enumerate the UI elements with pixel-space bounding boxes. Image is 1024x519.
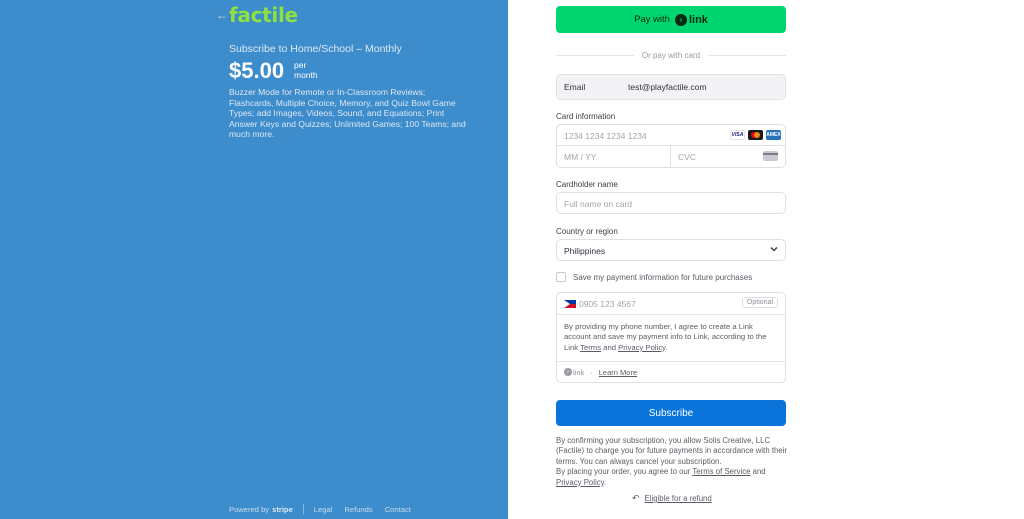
cardholder-name-input[interactable]: Full name on card [556, 192, 786, 214]
footer-divider [302, 504, 304, 514]
link-consent-text: By providing my phone number, I agree to… [564, 322, 767, 352]
price-period: per month [294, 60, 334, 80]
product-summary-panel: ← factile Subscribe to Home/School – Mon… [0, 0, 508, 519]
privacy-policy-link[interactable]: Privacy Policy [618, 343, 665, 352]
mastercard-icon [748, 130, 763, 140]
card-information-group: 1234 1234 1234 1234 VISA AMEX MM / YY CV… [556, 124, 786, 168]
link-footer-brand: link [573, 367, 585, 377]
cvc-card-icon [763, 151, 778, 161]
plan-name: Subscribe to Home/School – Monthly [229, 43, 402, 55]
visa-icon: VISA [730, 130, 745, 140]
card-information-label: Card information [556, 112, 616, 121]
cardholder-placeholder: Full name on card [564, 199, 633, 209]
legal-text-1: By confirming your subscription, you all… [556, 436, 787, 466]
factile-logo: factile [229, 3, 298, 27]
privacy-policy-link-2[interactable]: Privacy Policy [556, 478, 604, 487]
save-info-label: Save my payment information for future p… [573, 272, 753, 282]
cardholder-name-label: Cardholder name [556, 180, 618, 189]
terms-of-service-link[interactable]: Terms of Service [692, 467, 750, 476]
card-brands: VISA AMEX [730, 130, 781, 140]
price-amount: $5.00 [229, 58, 285, 83]
email-value: test@playfactile.com [628, 82, 707, 92]
save-info-row: Save my payment information for future p… [556, 272, 752, 282]
phone-placeholder: 0905 123 4567 [579, 298, 636, 309]
subscription-legal-text: By confirming your subscription, you all… [556, 436, 788, 488]
legal-text-2: By placing your order, you agree to our … [556, 467, 766, 487]
or-pay-with-card-divider: Or pay with card [556, 50, 786, 60]
refund-icon: ↶ [632, 493, 640, 503]
card-number-placeholder: 1234 1234 1234 1234 [564, 131, 647, 141]
email-label: Email [564, 82, 586, 92]
eligible-refund-link[interactable]: Eligible for a refund [645, 494, 712, 503]
amex-icon: AMEX [766, 130, 781, 140]
optional-badge: Optional [741, 297, 778, 308]
pay-with-link-button[interactable]: Pay with › link [556, 6, 786, 33]
link-phone-box: 0905 123 4567 Optional By providing my p… [556, 292, 786, 383]
cvc-placeholder: CVC [678, 152, 696, 162]
divider-text: Or pay with card [641, 50, 701, 60]
link-arrow-icon: › [674, 13, 687, 26]
back-arrow-icon[interactable]: ← [216, 9, 228, 21]
price-period-label: month [294, 70, 318, 80]
refunds-link[interactable]: Refunds [344, 505, 372, 514]
stripe-logo[interactable]: stripe [272, 505, 293, 514]
link-logo-icon: › [564, 368, 572, 376]
price-per-label: per [294, 60, 307, 70]
subscribe-button[interactable]: Subscribe [556, 400, 786, 426]
powered-by-label: Powered by [229, 504, 270, 514]
link-brand: link [688, 13, 708, 26]
save-info-checkbox[interactable] [556, 272, 566, 282]
card-number-input[interactable]: 1234 1234 1234 1234 VISA AMEX [557, 125, 785, 146]
link-footer: › link · Learn More [557, 361, 785, 382]
country-value: Philippines [564, 246, 606, 256]
terms-link[interactable]: Terms [580, 343, 601, 352]
refund-eligibility: ↶ Eligible for a refund [632, 493, 712, 504]
contact-link[interactable]: Contact [385, 505, 411, 514]
email-field[interactable]: Email test@playfactile.com [556, 74, 786, 100]
country-select[interactable]: Philippines [556, 239, 786, 261]
pay-with-label: Pay with [634, 14, 670, 25]
plan-description: Buzzer Mode for Remote or In-Classroom R… [229, 87, 466, 140]
country-label: Country or region [556, 227, 618, 236]
learn-more-link[interactable]: Learn More [599, 368, 637, 377]
link-footer-dot: · [590, 367, 593, 377]
chevron-down-icon [770, 247, 778, 252]
philippines-flag-icon [564, 299, 576, 308]
footer-links: Powered by stripe Legal Refunds Contact [229, 504, 423, 514]
legal-link[interactable]: Legal [314, 505, 333, 514]
cvc-input[interactable]: CVC [671, 146, 785, 167]
expiry-input[interactable]: MM / YY [557, 146, 671, 167]
phone-input[interactable]: 0905 123 4567 Optional [557, 293, 785, 315]
